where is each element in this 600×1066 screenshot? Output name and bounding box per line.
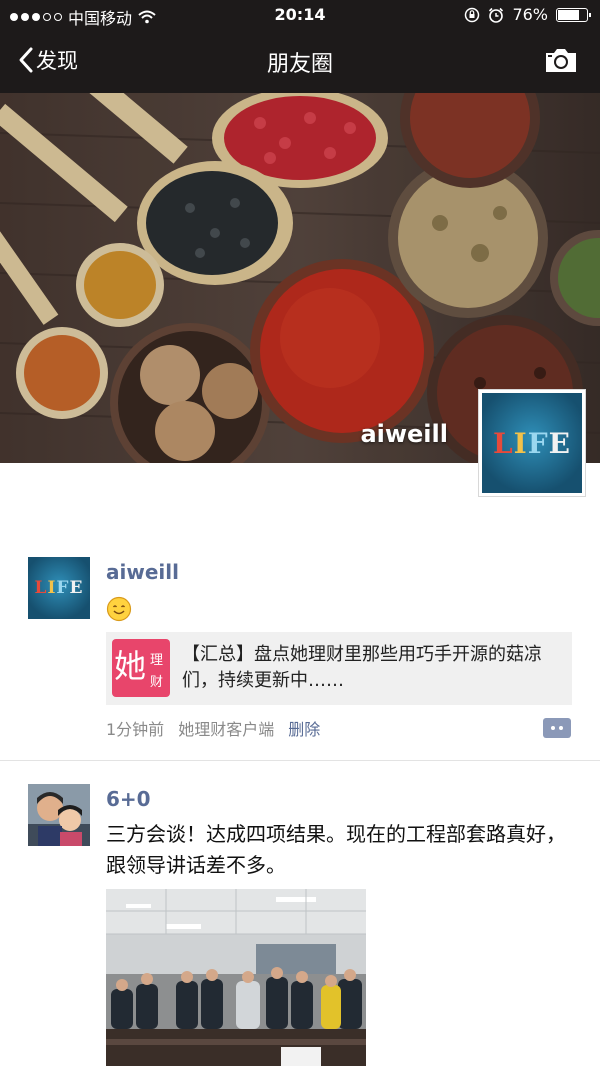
app-logo-icon: 她 理 财	[112, 639, 170, 697]
post-avatar[interactable]: LIFE	[28, 557, 90, 619]
post-photo[interactable]	[106, 889, 366, 1066]
post-time: 1分钟前	[106, 720, 165, 739]
navigation-bar: 发现 朋友圈	[0, 30, 600, 93]
profile-avatar[interactable]: LIFE	[478, 389, 586, 497]
smiling-face-icon	[106, 596, 132, 622]
post-content: 三方会谈！达成四项结果。现在的工程部套路真好，跟领导讲话差不多。	[106, 822, 566, 877]
post-username[interactable]: aiweill	[106, 560, 179, 584]
comment-icon[interactable]	[543, 718, 571, 738]
top-bar: 中国移动 20:14 76% 发现 朋友圈	[0, 0, 600, 93]
meeting-room-photo	[106, 889, 366, 1066]
post-source: 她理财客户端	[178, 720, 275, 739]
shared-link-title: 【汇总】盘点她理财里那些用巧手开源的菇凉们，持续更新中……	[182, 644, 542, 691]
battery-percent: 76%	[512, 5, 548, 24]
delete-button[interactable]: 删除	[288, 716, 320, 740]
camera-icon[interactable]	[544, 46, 578, 74]
post-username[interactable]: 6+0	[106, 787, 151, 811]
post-avatar[interactable]	[28, 784, 90, 846]
rotation-lock-icon	[465, 7, 480, 22]
post-meta: 1分钟前 她理财客户端 删除	[106, 716, 320, 740]
page-title: 朋友圈	[266, 52, 333, 77]
shared-link-card[interactable]: 她 理 财 【汇总】盘点她理财里那些用巧手开源的菇凉们，持续更新中……	[106, 632, 572, 705]
user-photo-icon	[28, 784, 90, 846]
status-bar: 中国移动 20:14 76%	[0, 0, 600, 30]
post-divider	[0, 760, 600, 761]
battery-icon	[556, 7, 591, 22]
profile-name: aiweill	[360, 420, 448, 448]
alarm-icon	[489, 7, 504, 23]
